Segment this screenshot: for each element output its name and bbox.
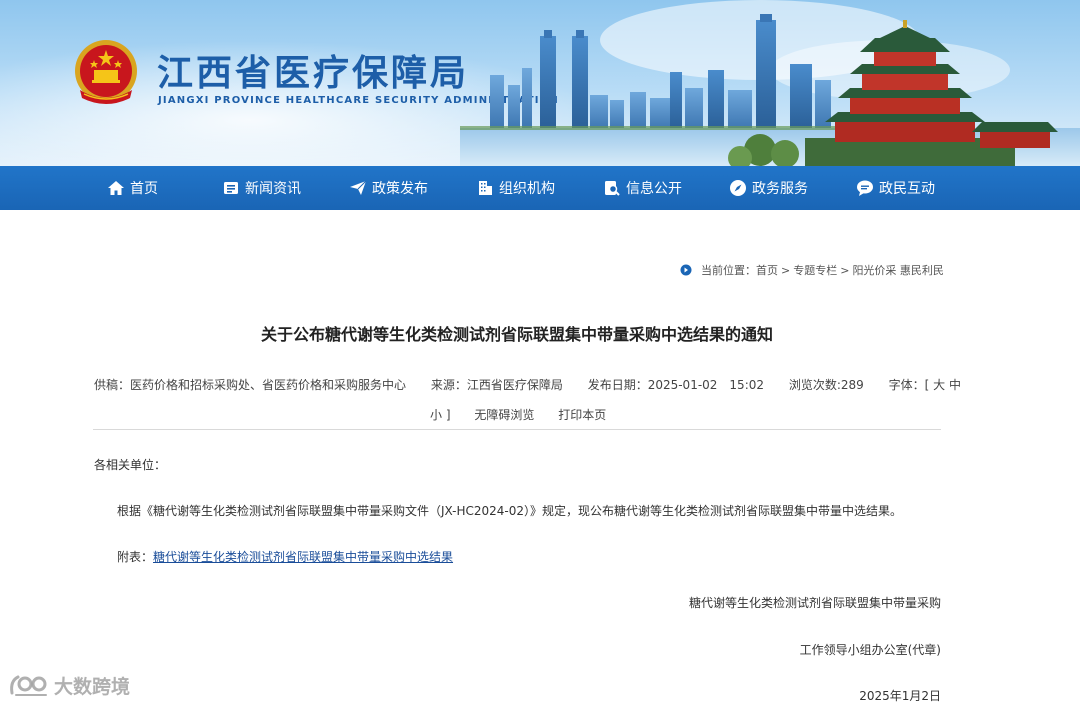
nav-item-label: 政务服务 <box>752 181 808 197</box>
breadcrumb-prefix: 当前位置： <box>701 264 756 277</box>
print-page-link[interactable]: 打印本页 <box>558 408 606 422</box>
article-greeting: 各相关单位： <box>94 458 167 472</box>
watermark: 大数跨境 <box>8 671 130 699</box>
meta-publish-date: 发布日期：2025-01-02 15:02 <box>587 378 765 392</box>
news-icon <box>224 182 238 194</box>
attachment-line: 附表：糖代谢等生化类检测试剂省际联盟集中带量采购中选结果 <box>117 548 453 565</box>
breadcrumb: 当前位置： 首页 > 专题专栏 > 阳光价采 惠民利民 <box>680 262 944 278</box>
attachment-prefix: 附表： <box>117 550 154 564</box>
chat-icon <box>857 180 873 196</box>
article-paragraph: 根据《糖代谢等生化类检测试剂省际联盟集中带量采购文件（JX-HC2024-02）… <box>117 504 903 518</box>
article-meta-continued: 小 ] 无障碍浏览 打印本页 <box>430 406 626 423</box>
watermark-text: 大数跨境 <box>54 675 131 698</box>
meta-contributor: 供稿：医药价格和招标采购处、省医药价格和采购服务中心 <box>94 378 407 392</box>
article-title: 关于公布糖代谢等生化类检测试剂省际联盟集中带量采购中选结果的通知 <box>260 325 773 344</box>
font-medium-button[interactable]: 中 <box>949 378 961 392</box>
compass-icon <box>730 180 746 196</box>
signature-line-1: 糖代谢等生化类检测试剂省际联盟集中带量采购 <box>688 596 941 610</box>
article-meta: 供稿：医药价格和招标采购处、省医药价格和采购服务中心 来源：江西省医疗保障局 发… <box>94 376 961 393</box>
nav-item-label: 新闻资讯 <box>245 181 301 197</box>
nav-item-label: 政民互动 <box>879 181 935 197</box>
nav-item-news[interactable]: 新闻资讯 <box>222 166 301 210</box>
breadcrumb-item-home[interactable]: 首页 <box>756 262 778 278</box>
nav-item-label: 政策发布 <box>372 181 428 197</box>
accessible-browsing-link[interactable]: 无障碍浏览 <box>474 408 534 422</box>
attachment-link[interactable]: 糖代谢等生化类检测试剂省际联盟集中带量采购中选结果 <box>153 550 453 564</box>
font-size-suffix: ] <box>445 408 451 422</box>
font-size-prefix: 字体：[ <box>888 378 930 392</box>
font-large-button[interactable]: 大 <box>933 378 945 392</box>
meta-divider <box>93 429 941 430</box>
building-icon <box>479 181 492 195</box>
nav-item-government-services[interactable]: 政务服务 <box>729 166 808 210</box>
meta-views: 浏览次数:289 <box>788 378 864 392</box>
location-arrow-icon <box>680 264 692 276</box>
watermark-logo-icon <box>10 675 47 696</box>
nav-item-organization[interactable]: 组织机构 <box>476 166 555 210</box>
nav-item-label: 首页 <box>130 181 158 197</box>
breadcrumb-item-topics[interactable]: 专题专栏 <box>793 262 837 278</box>
header-banner: 江西省医疗保障局 JIANGXI PROVINCE HEALTHCARE SEC… <box>0 0 1080 166</box>
font-size-controls: 字体：[ 大 中 <box>889 378 961 392</box>
home-icon <box>108 181 124 195</box>
nav-item-policy[interactable]: 政策发布 <box>349 166 428 210</box>
national-emblem-icon <box>75 40 137 104</box>
breadcrumb-item-sunshine-procurement[interactable]: 阳光价采 惠民利民 <box>852 262 944 278</box>
nav-item-label: 信息公开 <box>626 181 682 197</box>
city-skyline-illustration <box>460 0 1080 166</box>
nav-item-information-disclosure[interactable]: 信息公开 <box>603 166 682 210</box>
meta-source: 来源：江西省医疗保障局 <box>430 378 563 392</box>
nav-item-label: 组织机构 <box>499 181 555 197</box>
document-search-icon <box>605 181 620 196</box>
main-navigation: 首页 新闻资讯 政策发布 组织机构 信息公开 政务服务 政民互动 <box>0 166 1080 210</box>
signature-line-2: 工作领导小组办公室(代章) <box>799 643 941 657</box>
breadcrumb-separator: > <box>781 263 791 277</box>
font-size-controls-continued: 小 ] <box>430 408 451 422</box>
paper-plane-icon <box>350 180 367 195</box>
breadcrumb-separator: > <box>840 263 850 277</box>
font-small-button[interactable]: 小 <box>430 408 442 422</box>
signature-date: 2025年1月2日 <box>859 689 941 703</box>
nav-item-home[interactable]: 首页 <box>107 166 158 210</box>
site-title: 江西省医疗保障局 <box>157 53 470 94</box>
nav-item-public-interaction[interactable]: 政民互动 <box>856 166 935 210</box>
